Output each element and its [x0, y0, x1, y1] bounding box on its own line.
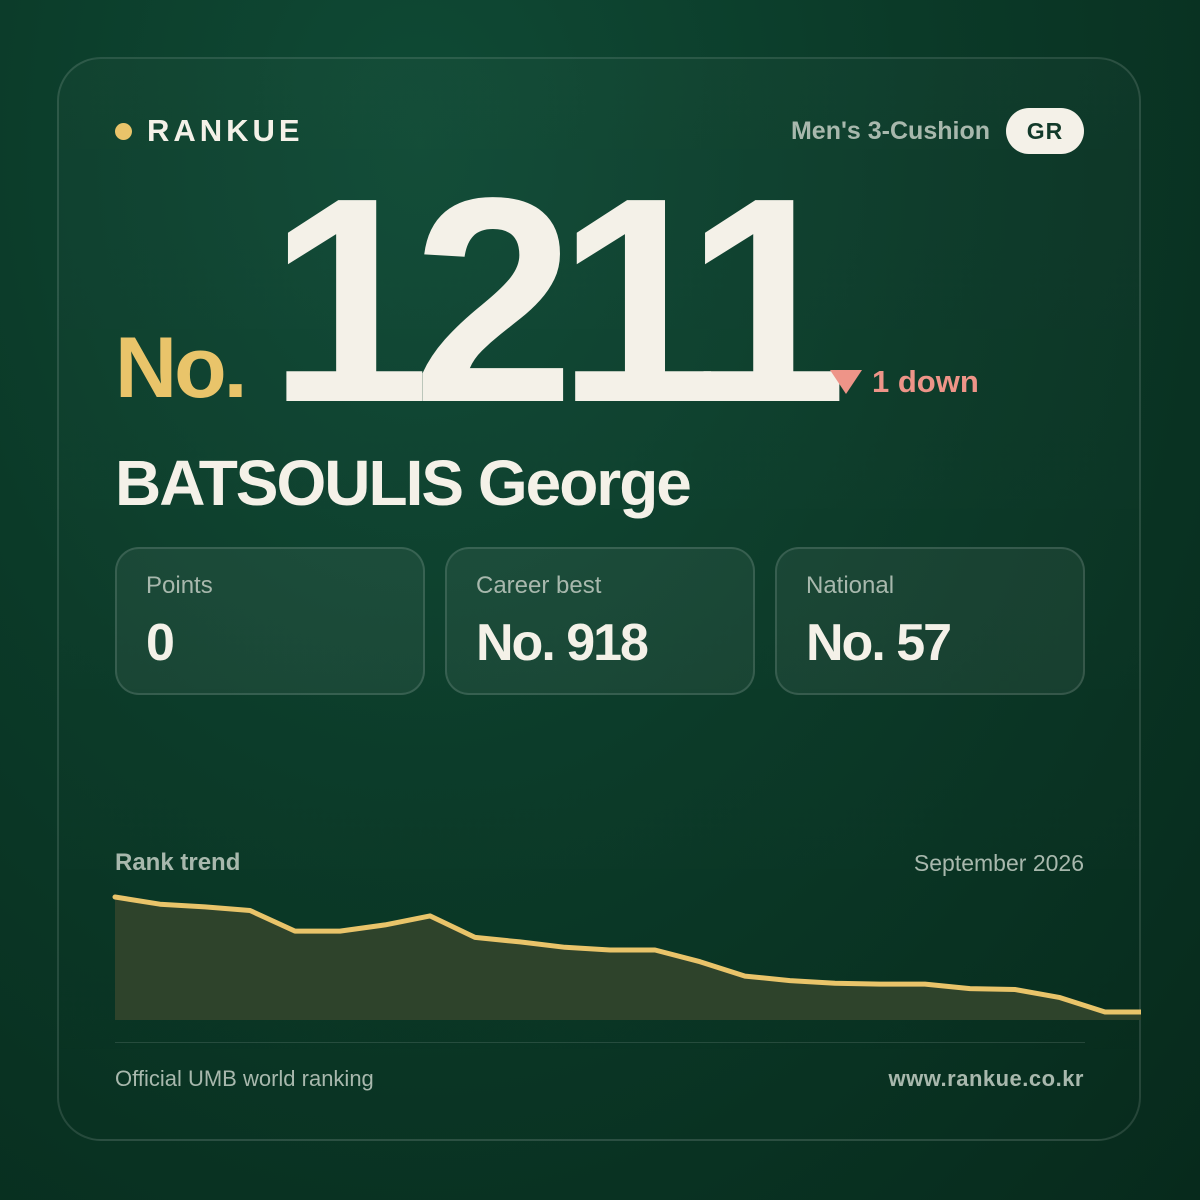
triangle-down-icon [830, 370, 862, 394]
footer-website: www.rankue.co.kr [888, 1066, 1084, 1091]
footer-source: Official UMB world ranking [115, 1066, 374, 1091]
stat-card-career-best: Career best No. 918 [445, 547, 755, 695]
rank-change: 1 down [830, 362, 979, 402]
rank-number: 1211 [268, 137, 847, 463]
trend-title: Rank trend [115, 849, 241, 876]
footer-divider [115, 1042, 1085, 1043]
rank-prefix: No. [115, 320, 248, 416]
brand-dot-icon [115, 122, 132, 140]
country-badge: GR [1006, 108, 1084, 154]
trend-current-point [1141, 1003, 1159, 1021]
player-name: BATSOULIS George [115, 447, 692, 519]
stat-value: 0 [146, 614, 175, 672]
stat-label: Points [146, 572, 213, 599]
stat-card-points: Points 0 [115, 547, 425, 695]
stat-value: No. 918 [476, 614, 649, 672]
rank-change-label: 1 down [872, 364, 979, 399]
stat-card-national: National No. 57 [775, 547, 1085, 695]
stat-value: No. 57 [806, 614, 952, 672]
stat-label: Career best [476, 572, 602, 599]
stat-label: National [806, 572, 895, 599]
trend-date: September 2026 [913, 850, 1084, 876]
